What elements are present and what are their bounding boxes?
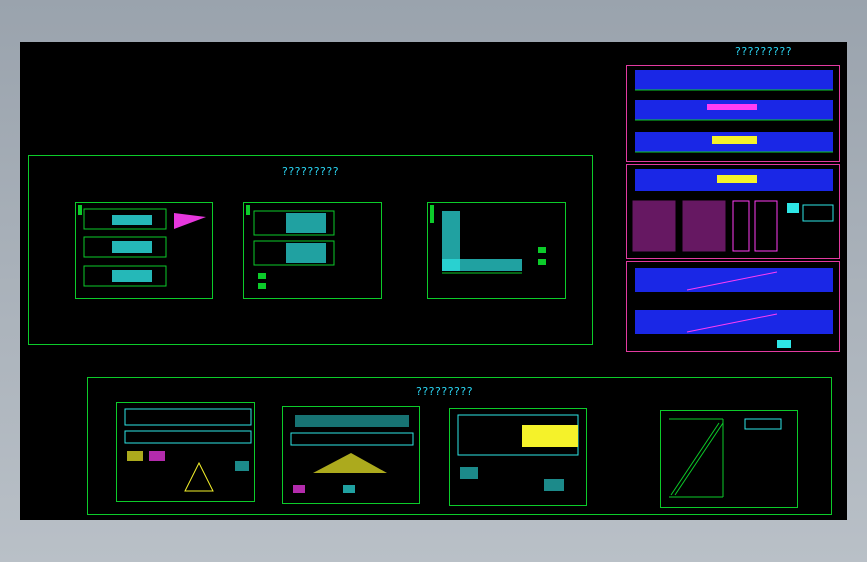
drawing-sheet-4[interactable] bbox=[116, 402, 255, 502]
sheet-3-linework bbox=[430, 205, 546, 274]
sheet-6-linework bbox=[457, 414, 579, 491]
drawing-sheet-3[interactable] bbox=[427, 202, 566, 299]
right-3-linework bbox=[635, 268, 833, 348]
group-title-top-right: ????????? bbox=[735, 45, 793, 58]
group-title-mid-left: ????????? bbox=[282, 165, 340, 178]
sheet-7-linework bbox=[669, 418, 782, 498]
sheet-2-linework bbox=[246, 205, 335, 289]
group-title-bottom: ????????? bbox=[416, 385, 474, 398]
drawing-canvas[interactable]: ????????? ????????? ????????? bbox=[20, 42, 847, 520]
drawing-sheet-right-3[interactable] bbox=[626, 261, 840, 352]
drawing-sheet-7[interactable] bbox=[660, 410, 798, 508]
sheet-5-linework bbox=[290, 415, 414, 493]
right-1-linework bbox=[635, 70, 833, 153]
drawing-sheet-1[interactable] bbox=[75, 202, 213, 299]
drawing-sheet-2[interactable] bbox=[243, 202, 382, 299]
drawing-sheet-right-2[interactable] bbox=[626, 164, 840, 259]
drawing-sheet-right-1[interactable] bbox=[626, 65, 840, 162]
drawing-sheet-5[interactable] bbox=[282, 406, 420, 504]
sheet-4-linework bbox=[124, 408, 252, 492]
drawing-sheet-6[interactable] bbox=[449, 408, 587, 506]
right-2-linework bbox=[632, 169, 834, 252]
sheet-1-linework bbox=[78, 205, 206, 287]
